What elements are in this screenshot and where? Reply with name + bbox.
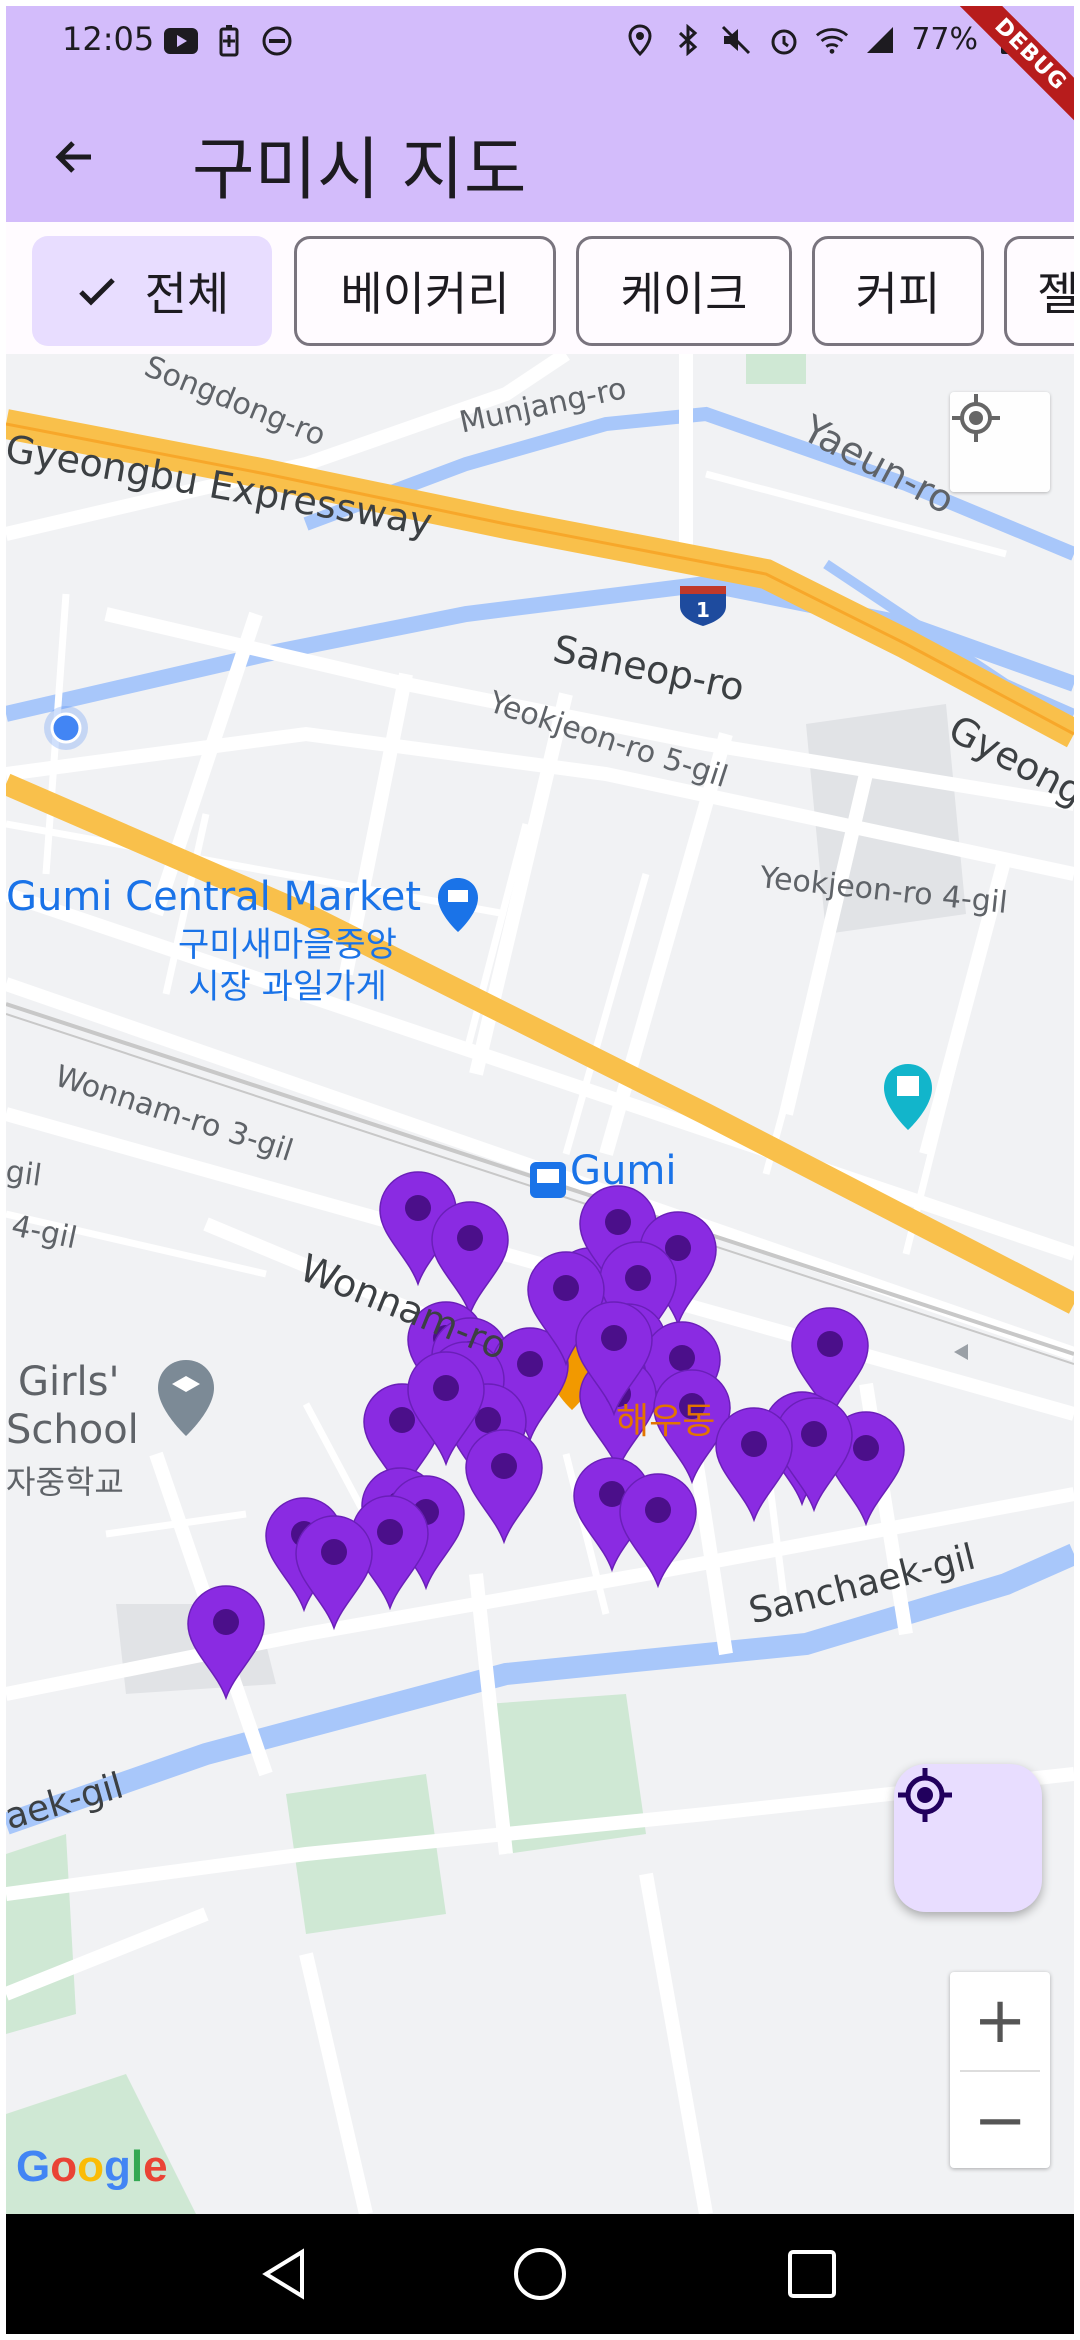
market-label-kr-line2: 시장 과일가게 xyxy=(188,967,387,1007)
map-marker-dot xyxy=(517,1351,543,1377)
map-marker-dot xyxy=(853,1435,879,1461)
map-marker-dot xyxy=(741,1431,767,1457)
chip-label: 전체 xyxy=(144,267,230,321)
location-icon xyxy=(623,23,657,57)
map-marker-dot xyxy=(553,1275,579,1301)
gps-fab[interactable] xyxy=(894,1764,1042,1912)
nav-home-icon[interactable] xyxy=(510,2244,570,2304)
map-marker-dot xyxy=(389,1407,415,1433)
chip-label: 베이커리 xyxy=(340,267,510,321)
bluetooth-icon xyxy=(671,23,705,57)
map-marker-dot xyxy=(433,1375,459,1401)
map-marker-dot xyxy=(605,1209,631,1235)
battery-percent: 77% xyxy=(911,22,978,57)
chip-label: 케이크 xyxy=(620,267,748,321)
zoom-out-button[interactable]: − xyxy=(950,2072,1050,2170)
mute-icon xyxy=(719,23,753,57)
chip-label: 젤 xyxy=(1037,267,1074,321)
battery-saver-icon xyxy=(212,24,246,58)
zoom-in-button[interactable]: + xyxy=(950,1972,1050,2070)
market-label-en: Gumi Central Market xyxy=(6,874,421,920)
chip-cake[interactable]: 케이크 xyxy=(576,236,792,346)
check-icon xyxy=(75,269,119,313)
school-label-en-1: Girls' xyxy=(18,1359,120,1405)
map-label-gil-a: gil xyxy=(6,1154,44,1194)
map-marker-dot xyxy=(645,1497,671,1523)
system-nav-bar xyxy=(6,2214,1074,2334)
filter-chip-row: 전체 베이커리 케이크 커피 젤 xyxy=(6,222,1074,354)
arrow-back-icon xyxy=(55,141,91,173)
wifi-icon xyxy=(815,23,849,57)
chip-all[interactable]: 전체 xyxy=(32,236,272,346)
map-marker-dot xyxy=(377,1519,403,1545)
back-button[interactable] xyxy=(40,122,110,192)
zoom-controls: + − xyxy=(950,1972,1050,2168)
gps-fixed-icon xyxy=(898,1768,952,1822)
map-marker-dot xyxy=(491,1453,517,1479)
signal-icon xyxy=(863,23,897,57)
page-title: 구미시 지도 xyxy=(192,131,527,210)
status-time: 12:05 xyxy=(62,20,155,58)
app-window: 12:05 77% 구미시 지도 DEBUG 전체 베이커리 케이크 커피 젤 … xyxy=(6,6,1074,2334)
nav-back-icon[interactable] xyxy=(254,2244,314,2304)
map-marker-dot xyxy=(213,1609,239,1635)
my-location-icon xyxy=(952,394,1000,442)
app-bar: 12:05 77% 구미시 지도 DEBUG xyxy=(6,6,1074,222)
map-marker-dot xyxy=(601,1325,627,1351)
youtube-icon xyxy=(164,24,198,58)
chip-coffee[interactable]: 커피 xyxy=(812,236,984,346)
map-base xyxy=(6,354,1074,2214)
map-marker-dot xyxy=(669,1345,695,1371)
school-label-en-2: School xyxy=(6,1407,139,1453)
highway-number: 1 xyxy=(696,598,710,622)
dnd-icon xyxy=(260,24,294,58)
status-bar: 12:05 77% xyxy=(6,6,1074,76)
map-marker-dot xyxy=(321,1539,347,1565)
my-location-button[interactable] xyxy=(950,392,1050,492)
map-marker-dot xyxy=(457,1225,483,1251)
map-marker-dot xyxy=(801,1421,827,1447)
alarm-icon xyxy=(767,23,801,57)
map-marker-dot xyxy=(405,1195,431,1221)
market-label-kr: 구미새마을중앙 시장 과일가게 xyxy=(178,924,397,1008)
nav-recents-icon[interactable] xyxy=(782,2244,842,2304)
map-marker-dot xyxy=(817,1331,843,1357)
chip-more[interactable]: 젤 xyxy=(1004,236,1074,346)
restaurant-label: 해우동 xyxy=(616,1401,716,1442)
chip-label: 커피 xyxy=(855,267,941,321)
chip-bakery[interactable]: 베이커리 xyxy=(294,236,556,346)
school-label-kr: 자중학교 xyxy=(6,1463,124,1501)
google-logo: Google xyxy=(16,2142,168,2191)
map-marker-dot xyxy=(625,1265,651,1291)
highway-shield: 1 xyxy=(678,584,728,626)
market-label-kr-line1: 구미새마을중앙 xyxy=(178,925,397,965)
map-view[interactable]: Songdong-ro Munjang-ro Yaeun-ro Gyeongbu… xyxy=(6,354,1074,2214)
station-label: Gumi xyxy=(570,1148,677,1194)
